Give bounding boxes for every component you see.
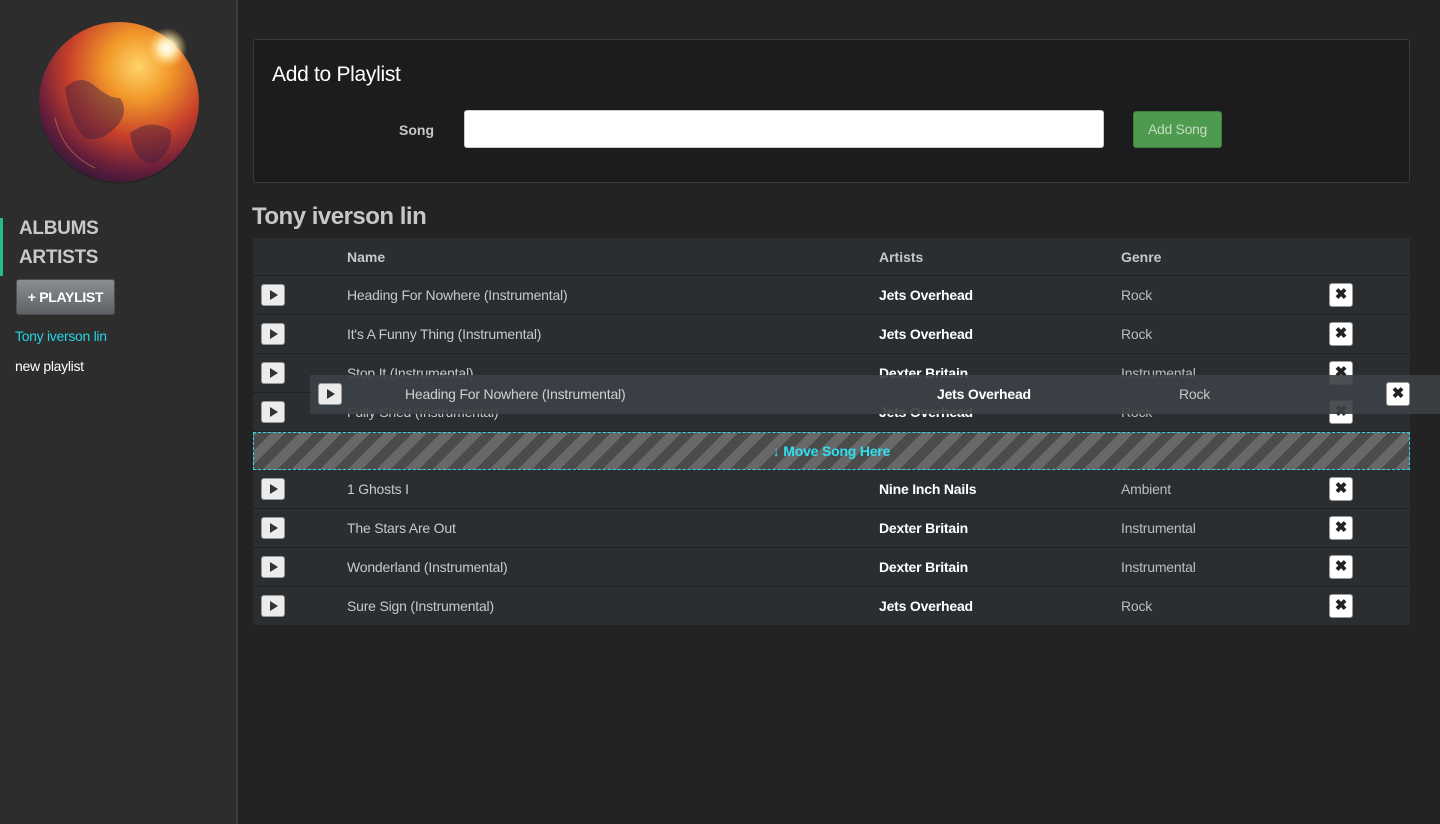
play-icon[interactable] — [261, 595, 285, 617]
song-name: Wonderland (Instrumental) — [347, 559, 508, 575]
play-icon[interactable] — [261, 478, 285, 500]
sidebar: ALBUMS ARTISTS + PLAYLIST Tony iverson l… — [0, 0, 238, 824]
table-row[interactable]: Sure Sign (Instrumental) Jets Overhead R… — [253, 587, 1410, 626]
drop-zone-label: ↓ Move Song Here — [772, 443, 891, 459]
table-row[interactable]: 1 Ghosts I Nine Inch Nails Ambient ✖ — [253, 470, 1410, 509]
play-icon[interactable] — [261, 401, 285, 423]
song-genre: Instrumental — [1121, 520, 1196, 536]
song-input[interactable] — [464, 110, 1104, 148]
app-logo — [39, 22, 199, 184]
table-header: Name Artists Genre — [253, 238, 1410, 276]
song-genre: Rock — [1179, 386, 1211, 402]
column-header-genre[interactable]: Genre — [1121, 249, 1161, 265]
song-name: Heading For Nowhere (Instrumental) — [347, 287, 568, 303]
nav-item-albums[interactable]: ALBUMS — [0, 218, 238, 247]
play-icon[interactable] — [261, 556, 285, 578]
table-row[interactable]: Heading For Nowhere (Instrumental) Jets … — [253, 276, 1410, 315]
song-genre: Rock — [1121, 598, 1153, 614]
nav-item-artists[interactable]: ARTISTS — [0, 247, 238, 276]
play-icon[interactable] — [261, 323, 285, 345]
song-name: The Stars Are Out — [347, 520, 456, 536]
page-title: Tony iverson lin — [252, 203, 427, 230]
song-artist: Dexter Britain — [879, 520, 969, 536]
song-name: 1 Ghosts I — [347, 481, 409, 497]
column-header-name[interactable]: Name — [347, 249, 385, 265]
close-icon[interactable]: ✖ — [1386, 382, 1410, 406]
table-row[interactable]: The Stars Are Out Dexter Britain Instrum… — [253, 509, 1410, 548]
table-row[interactable]: It's A Funny Thing (Instrumental) Jets O… — [253, 315, 1410, 354]
song-artist: Jets Overhead — [879, 287, 973, 303]
playlist-link[interactable]: new playlist — [15, 358, 84, 374]
song-label: Song — [399, 122, 434, 138]
song-genre: Rock — [1121, 326, 1153, 342]
close-icon[interactable]: ✖ — [1329, 555, 1353, 579]
song-name: Sure Sign (Instrumental) — [347, 598, 494, 614]
play-icon[interactable] — [318, 383, 342, 405]
sidebar-nav: ALBUMS ARTISTS — [0, 218, 238, 276]
playlist-table: Name Artists Genre Heading For Nowhere (… — [253, 238, 1410, 626]
song-artist: Nine Inch Nails — [879, 481, 977, 497]
song-name: Heading For Nowhere (Instrumental) — [405, 386, 626, 402]
close-icon[interactable]: ✖ — [1329, 477, 1353, 501]
song-genre: Rock — [1121, 287, 1153, 303]
play-icon[interactable] — [261, 362, 285, 384]
close-icon[interactable]: ✖ — [1329, 283, 1353, 307]
add-playlist-button[interactable]: + PLAYLIST — [16, 279, 115, 315]
song-artist: Dexter Britain — [879, 559, 969, 575]
add-to-playlist-panel: Add to Playlist Song Add Song — [253, 39, 1410, 183]
playlist-link-active[interactable]: Tony iverson lin — [15, 328, 107, 344]
drop-zone[interactable]: ↓ Move Song Here — [253, 432, 1410, 470]
song-genre: Ambient — [1121, 481, 1171, 497]
close-icon[interactable]: ✖ — [1329, 322, 1353, 346]
panel-title: Add to Playlist — [272, 63, 401, 86]
play-icon[interactable] — [261, 517, 285, 539]
dragging-row[interactable]: Heading For Nowhere (Instrumental) Jets … — [310, 375, 1440, 414]
table-row[interactable]: Wonderland (Instrumental) Dexter Britain… — [253, 548, 1410, 587]
close-icon[interactable]: ✖ — [1329, 594, 1353, 618]
song-artist: Jets Overhead — [937, 386, 1031, 402]
song-artist: Jets Overhead — [879, 326, 973, 342]
column-header-artists[interactable]: Artists — [879, 249, 923, 265]
close-icon[interactable]: ✖ — [1329, 516, 1353, 540]
song-artist: Jets Overhead — [879, 598, 973, 614]
add-song-button[interactable]: Add Song — [1133, 111, 1222, 148]
song-name: It's A Funny Thing (Instrumental) — [347, 326, 542, 342]
song-genre: Instrumental — [1121, 559, 1196, 575]
play-icon[interactable] — [261, 284, 285, 306]
